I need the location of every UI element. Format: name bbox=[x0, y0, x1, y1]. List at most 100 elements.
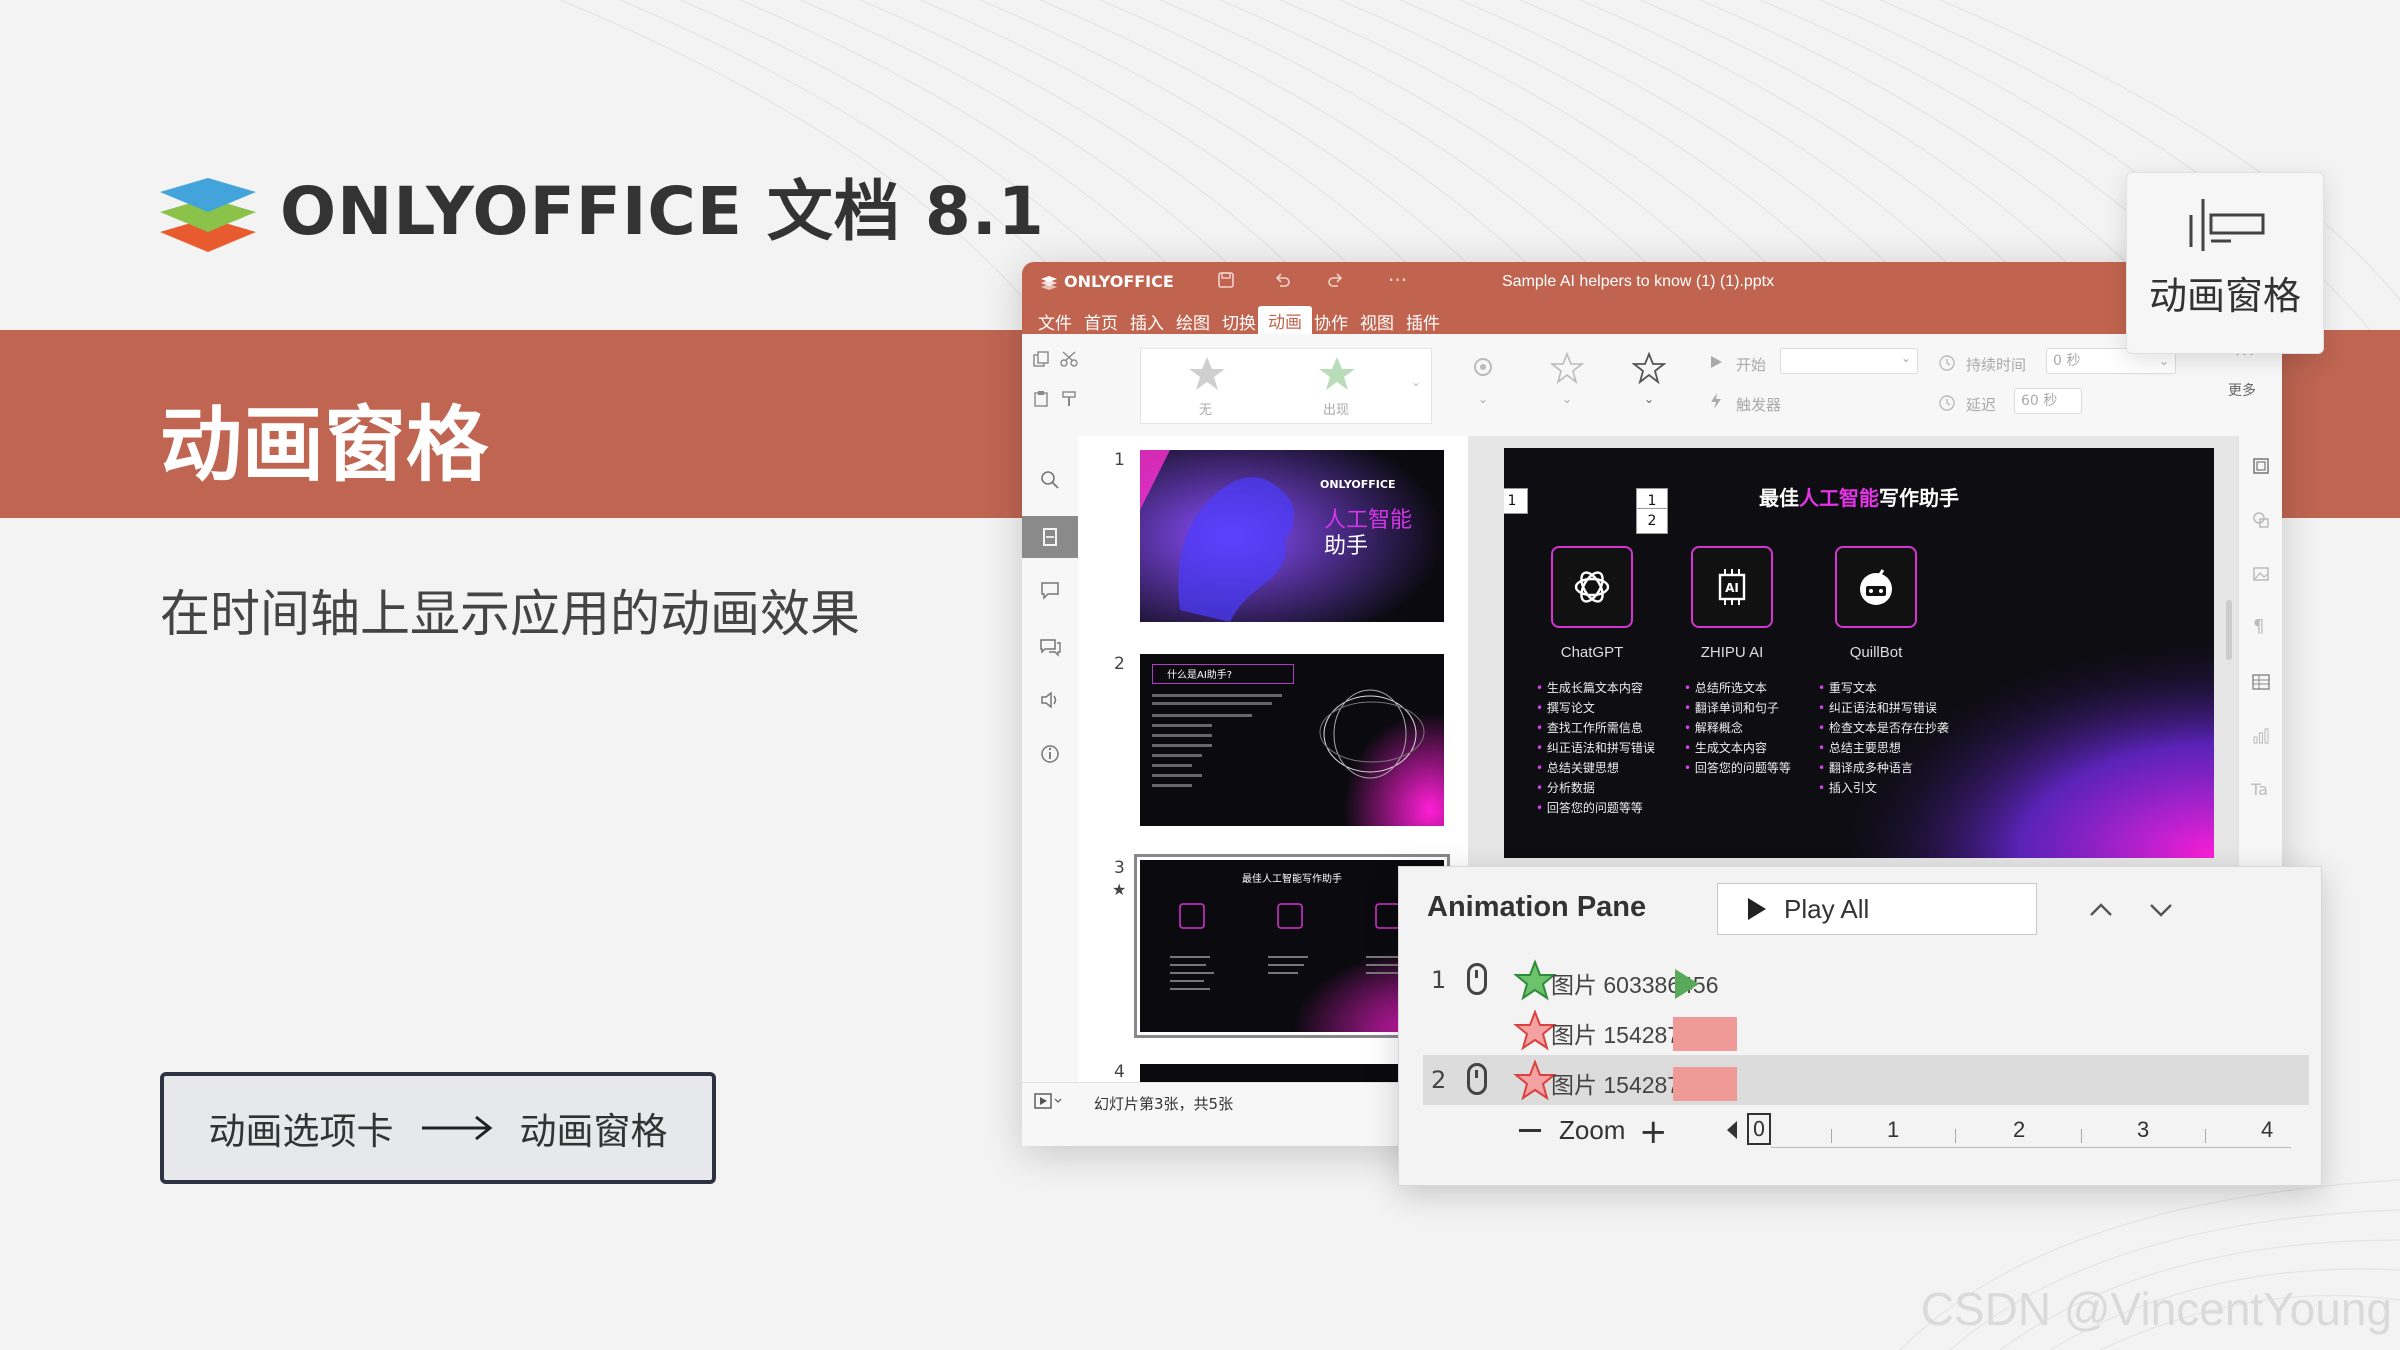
chatgpt-icon[interactable] bbox=[1551, 546, 1633, 628]
more-label[interactable]: 更多 bbox=[2228, 380, 2256, 400]
quillbot-icon[interactable] bbox=[1835, 546, 1917, 628]
brand-header: ONLYOFFICE 文档 8.1 bbox=[158, 158, 1045, 254]
move-down-chevron-icon[interactable] bbox=[2141, 889, 2181, 929]
info-icon[interactable] bbox=[1036, 740, 1064, 768]
speaker-icon[interactable] bbox=[1036, 686, 1064, 714]
thumb-number: 1 bbox=[1114, 450, 1125, 470]
redo-icon[interactable] bbox=[1326, 270, 1346, 290]
onlyoffice-logo-icon bbox=[160, 178, 256, 252]
left-sidebar bbox=[1022, 436, 1079, 1082]
timeline-tick bbox=[2205, 1129, 2206, 1143]
timeline-play-marker[interactable] bbox=[1673, 967, 1737, 1001]
cut-icon[interactable] bbox=[1060, 350, 1078, 368]
effect-appear-icon[interactable] bbox=[1317, 355, 1357, 393]
slide-title: 最佳人工智能写作助手 bbox=[1759, 486, 1959, 510]
trigger-icon[interactable] bbox=[1708, 392, 1724, 410]
image-settings-icon[interactable] bbox=[2251, 564, 2271, 584]
delay-clock-icon bbox=[1939, 395, 1955, 411]
gallery-expand-icon[interactable]: ⌄ bbox=[1411, 375, 1421, 389]
save-icon[interactable] bbox=[1216, 270, 1236, 290]
editor-logo: ONLYOFFICE bbox=[1040, 272, 1174, 291]
animation-badge[interactable]: 1 bbox=[1504, 488, 1528, 514]
play-all-button[interactable]: Play All bbox=[1717, 883, 2037, 935]
slide[interactable]: 最佳人工智能写作助手 1 1 2 ChatGPT 生成长篇文本内容 撰写论文 查… bbox=[1504, 448, 2214, 858]
subtitle: 在时间轴上显示应用的动画效果 bbox=[160, 585, 860, 643]
start-select[interactable]: ⌄ bbox=[1780, 348, 1918, 374]
animation-pane-dropdown-icon[interactable]: ⌄ bbox=[1644, 392, 1654, 406]
thumb-heading: 什么是AI助手? bbox=[1167, 670, 1233, 681]
animation-row[interactable]: 图片 154287349 bbox=[1423, 1005, 2309, 1055]
svg-text:AI: AI bbox=[1725, 581, 1739, 595]
vertical-scrollbar[interactable] bbox=[2224, 440, 2234, 840]
param-dropdown-icon[interactable]: ⌄ bbox=[1478, 392, 1488, 406]
start-label: 开始 bbox=[1736, 356, 1767, 374]
effect-appear-label: 出现 bbox=[1323, 403, 1350, 418]
timeline-duration-bar[interactable] bbox=[1673, 1067, 1737, 1101]
comments-icon[interactable] bbox=[1036, 576, 1064, 604]
effect-parameters-icon[interactable] bbox=[1466, 352, 1500, 382]
thumb-number: 2 bbox=[1114, 654, 1125, 674]
timeline-tick bbox=[1831, 1129, 1832, 1143]
zoom-out-icon[interactable] bbox=[1519, 1129, 1541, 1132]
animation-pane-button[interactable]: 动画窗格 bbox=[2126, 172, 2324, 354]
animation-pane: Animation Pane Play All 1 图片 603386456 图… bbox=[1398, 866, 2322, 1186]
search-icon[interactable] bbox=[1036, 466, 1064, 494]
format-painter-icon[interactable] bbox=[1060, 390, 1078, 408]
thumb-number: 3 bbox=[1114, 858, 1125, 878]
delay-spinner[interactable]: 60 秒 bbox=[2014, 388, 2082, 414]
timeline-label: 2 bbox=[2013, 1117, 2026, 1142]
undo-icon[interactable] bbox=[1272, 270, 1292, 290]
animation-pane-button-label: 动画窗格 bbox=[2148, 274, 2301, 318]
add-animation-icon[interactable] bbox=[1550, 352, 1584, 384]
file-name: Sample AI helpers to know (1) (1).pptx bbox=[1502, 273, 1775, 290]
play-icon bbox=[1748, 898, 1766, 920]
ai-name: QuillBot bbox=[1849, 644, 1903, 661]
add-animation-dropdown-icon[interactable]: ⌄ bbox=[1562, 392, 1572, 406]
animation-badge[interactable]: 2 bbox=[1636, 508, 1668, 534]
paste-icon[interactable] bbox=[1032, 390, 1050, 408]
ai-feature-list: 重写文本 纠正语法和拼写错误 检查文本是否存在抄袭 总结主要思想 翻译成多种语言… bbox=[1818, 678, 1949, 798]
move-up-chevron-icon[interactable] bbox=[2081, 889, 2121, 929]
animation-marker-icon: ★ bbox=[1112, 880, 1127, 899]
animation-order: 2 bbox=[1431, 1066, 1447, 1094]
flow-to: 动画窗格 bbox=[519, 1110, 668, 1153]
slide-thumbnail[interactable]: ONLYOFFICE 人工智能 助手 bbox=[1140, 450, 1444, 622]
ai-feature-list: 生成长篇文本内容 撰写论文 查找工作所需信息 纠正语法和拼写错误 总结关键思想 … bbox=[1536, 678, 1655, 818]
menu-plugins[interactable]: 插件 bbox=[1396, 307, 1450, 336]
watermark: CSDN @VincentYoung bbox=[1920, 1283, 2392, 1335]
ai-feature-list: 总结所选文本 翻译单词和句子 解释概念 生成文本内容 回答您的问题等等 bbox=[1684, 678, 1791, 778]
timeline-zoom-row: Zoom + 0 1 2 3 4 bbox=[1399, 1107, 2321, 1157]
copy-icon[interactable] bbox=[1032, 350, 1050, 368]
textart-settings-icon[interactable]: Ta bbox=[2251, 780, 2268, 799]
slide-settings-icon[interactable] bbox=[2251, 456, 2271, 476]
shape-settings-icon[interactable] bbox=[2251, 510, 2271, 530]
mouse-click-icon bbox=[1467, 963, 1487, 995]
slide-thumbnail[interactable]: 什么是AI助手? bbox=[1140, 654, 1444, 826]
swirl-artwork bbox=[1300, 664, 1444, 826]
arrow-right-icon bbox=[421, 1115, 492, 1141]
chat-icon[interactable] bbox=[1036, 632, 1064, 660]
timeline-axis bbox=[1771, 1147, 2291, 1148]
animation-row-selected[interactable]: 2 图片 154287349 bbox=[1423, 1055, 2309, 1105]
flow-box: 动画选项卡 动画窗格 bbox=[160, 1072, 716, 1184]
effects-gallery: 无 出现 ⌄ bbox=[1140, 348, 1432, 424]
slideshow-play-icon[interactable] bbox=[1034, 1093, 1064, 1109]
animation-pane-icon[interactable] bbox=[1632, 352, 1666, 384]
timeline-duration-bar[interactable] bbox=[1673, 1017, 1737, 1051]
effect-none-icon[interactable] bbox=[1187, 355, 1227, 393]
timeline-scroll-left-icon[interactable] bbox=[1727, 1121, 1737, 1139]
chart-settings-icon[interactable] bbox=[2251, 726, 2271, 746]
duration-clock-icon bbox=[1939, 355, 1955, 371]
timeline-label: 1 bbox=[1887, 1117, 1900, 1142]
animation-row[interactable]: 1 图片 603386456 bbox=[1423, 955, 2309, 1005]
ai-chip-icon[interactable]: AI bbox=[1691, 546, 1773, 628]
animation-order: 1 bbox=[1431, 966, 1447, 994]
trigger-label[interactable]: 触发器 bbox=[1736, 394, 1781, 415]
slides-panel-icon[interactable] bbox=[1022, 516, 1078, 558]
more-icon[interactable]: ··· bbox=[1388, 268, 1407, 292]
paragraph-settings-icon[interactable]: ¶ bbox=[2253, 616, 2264, 637]
table-settings-icon[interactable] bbox=[2251, 672, 2271, 692]
zoom-label: Zoom bbox=[1559, 1115, 1626, 1145]
zoom-in-icon[interactable]: + bbox=[1639, 1115, 1668, 1149]
preview-play-icon[interactable] bbox=[1708, 354, 1724, 370]
